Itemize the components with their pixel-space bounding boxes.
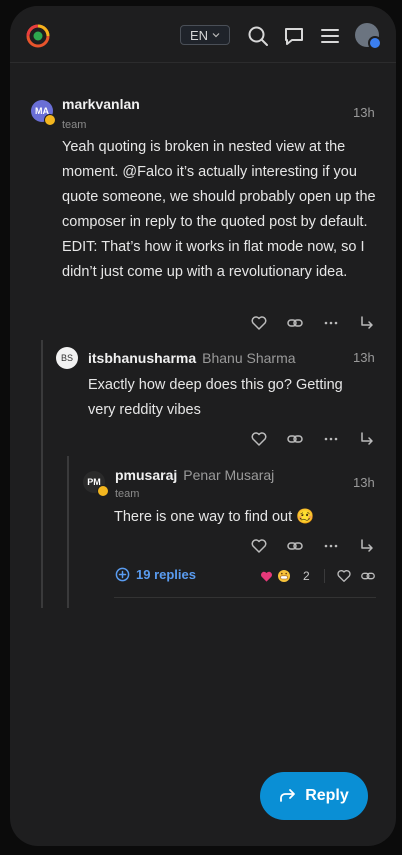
current-user-avatar[interactable] [355,23,382,50]
chat-icon[interactable] [283,25,305,47]
username-text: markvanlan [62,96,140,112]
reply-arrow-icon[interactable] [358,314,376,332]
avatar-initials: BS [60,353,73,363]
thread-line[interactable] [67,456,69,608]
like-heart-icon[interactable] [250,314,268,332]
hamburger-menu-icon[interactable] [319,25,341,47]
reaction-count: 2 [303,569,310,583]
like-heart-icon[interactable] [336,568,352,584]
site-logo-icon[interactable] [26,24,50,48]
show-replies-button[interactable]: 19 replies [115,567,196,582]
more-actions-icon[interactable] [322,430,340,448]
username-text: itsbhanusharma [88,350,197,366]
reply-button[interactable]: Reply [260,772,368,820]
post-username[interactable]: markvanlan [62,96,140,112]
reply-arrow-icon[interactable] [358,430,376,448]
full-name: Penar Musaraj [183,467,275,483]
post-time[interactable]: 13h [353,350,375,365]
copy-link-icon[interactable] [286,537,304,555]
team-badge-icon [44,114,56,126]
divider [324,569,325,583]
app-frame: EN MA markvanlan team 13h Yeah quoting i… [10,6,396,846]
post-username[interactable]: pmusaraj Penar Musaraj [115,467,274,483]
team-badge-icon [97,485,109,497]
language-selector[interactable]: EN [180,25,230,45]
post-body: There is one way to find out 🥴 [114,509,315,525]
search-icon[interactable] [247,25,269,47]
language-label: EN [189,27,209,43]
reactions-summary[interactable]: 2 [260,569,310,583]
post-body: Exactly how deep does this go? Getting v… [88,377,343,418]
replies-count-label: 19 replies [136,567,196,582]
grinning-face-reaction-icon [278,570,290,582]
like-heart-icon[interactable] [250,430,268,448]
post-divider [114,597,376,598]
copy-link-icon[interactable] [286,314,304,332]
thread-line[interactable] [41,340,43,608]
copy-link-icon[interactable] [360,568,376,584]
username-text: pmusaraj [115,467,178,483]
plus-circle-icon [115,567,130,582]
share-arrow-icon [280,789,296,802]
post-actions [250,430,380,450]
heart-reaction-icon [261,571,272,582]
post-time[interactable]: 13h [353,475,375,490]
reply-button-label: Reply [305,787,349,804]
more-actions-icon[interactable] [322,537,340,555]
user-title: team [115,488,140,500]
like-heart-icon[interactable] [250,537,268,555]
post-body: Yeah quoting is broken in nested view at… [62,139,376,280]
reply-arrow-icon[interactable] [358,537,376,555]
post-actions [250,537,380,557]
copy-link-icon[interactable] [286,430,304,448]
more-actions-icon[interactable] [322,314,340,332]
user-title: team [62,119,87,131]
notification-dot [368,36,382,50]
post-time[interactable]: 13h [353,105,375,120]
top-header: EN [10,6,396,63]
avatar[interactable]: BS [56,347,78,369]
post-actions [250,314,380,334]
post-username[interactable]: itsbhanusharma Bhanu Sharma [88,350,296,366]
chevron-down-icon [212,33,220,38]
full-name: Bhanu Sharma [202,350,296,366]
